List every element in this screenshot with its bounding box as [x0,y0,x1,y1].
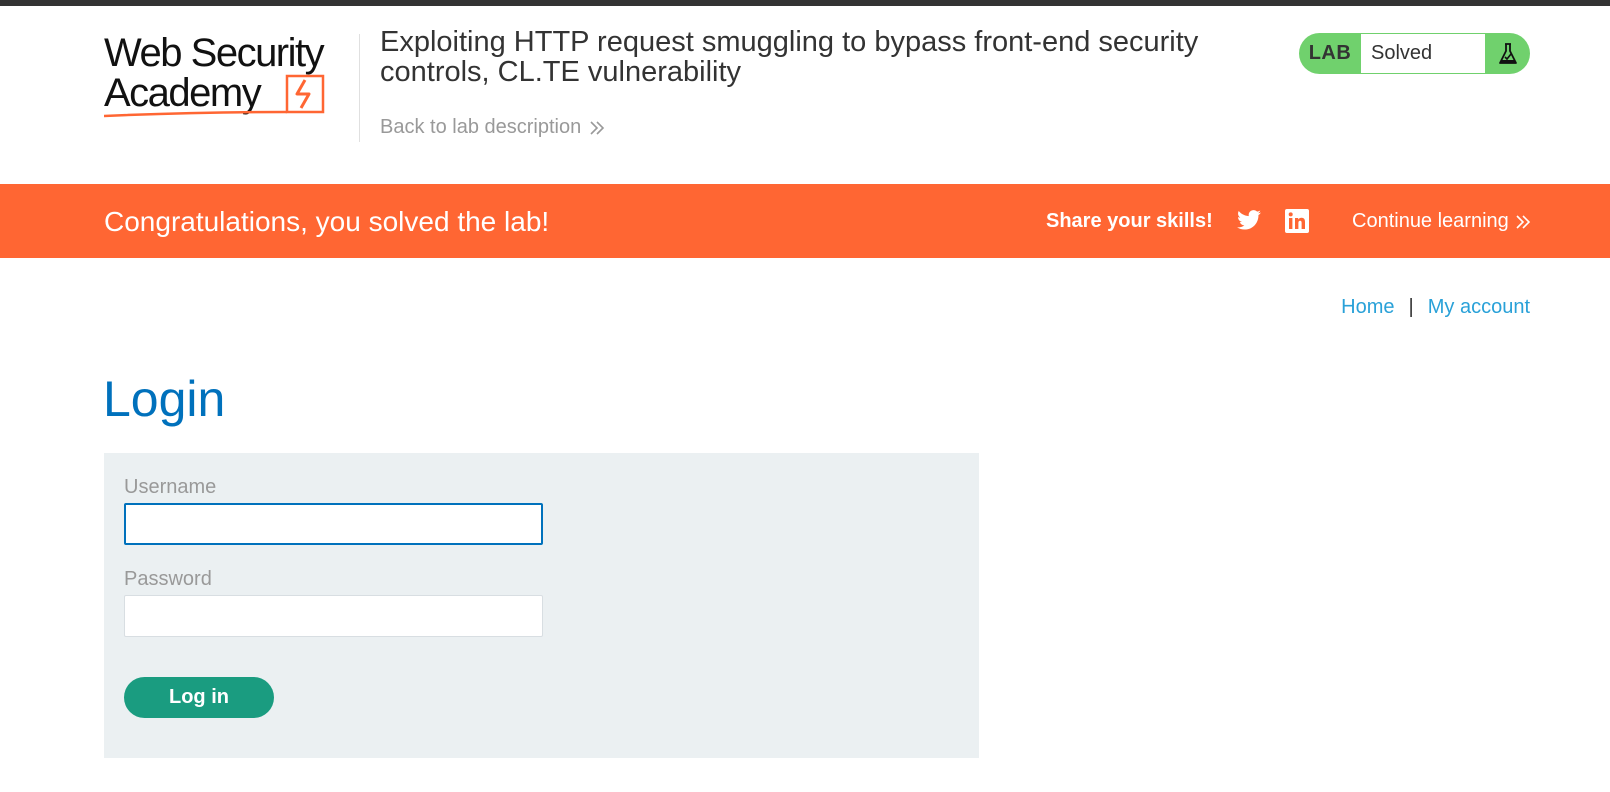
share-skills-label: Share your skills! [1046,210,1213,232]
lab-status-text: Solved [1361,34,1485,73]
password-label: Password [124,568,212,590]
lab-badge-label: LAB [1308,42,1352,64]
web-security-academy-logo[interactable]: Web Security Academy [104,30,352,122]
login-form: Username Password Log in [104,453,979,758]
congratulations-message: Congratulations, you solved the lab! [104,206,550,237]
lab-title: Exploiting HTTP request smuggling to byp… [380,26,1199,88]
back-to-lab-description-link[interactable]: Back to lab description [380,116,605,139]
twitter-icon[interactable] [1236,209,1262,233]
double-chevron-right-icon [1516,214,1530,229]
header-divider [359,34,360,142]
nav-separator: | [1408,296,1414,318]
congratulations-banner: Congratulations, you solved the lab! Sha… [0,184,1610,258]
top-strip [0,0,1610,6]
username-input[interactable] [124,503,543,545]
nav-my-account-link[interactable]: My account [1428,296,1530,319]
double-chevron-right-icon [589,120,605,136]
nav-home-link[interactable]: Home [1341,296,1394,319]
username-label: Username [124,476,217,498]
logo-text-line2: Academy [104,71,262,115]
continue-learning-label: Continue learning [1352,210,1509,232]
top-navigation: Home | My account [1341,296,1530,319]
continue-learning-link[interactable]: Continue learning [1352,210,1531,233]
back-link-label: Back to lab description [380,116,582,138]
password-input[interactable] [124,595,543,637]
logo-text-line1: Web Security [104,31,325,75]
linkedin-icon[interactable] [1285,209,1309,233]
log-in-button[interactable]: Log in [124,677,274,718]
lab-status-badge: LAB Solved [1299,33,1530,74]
page-title: Login [103,371,226,427]
flask-icon [1485,33,1530,74]
